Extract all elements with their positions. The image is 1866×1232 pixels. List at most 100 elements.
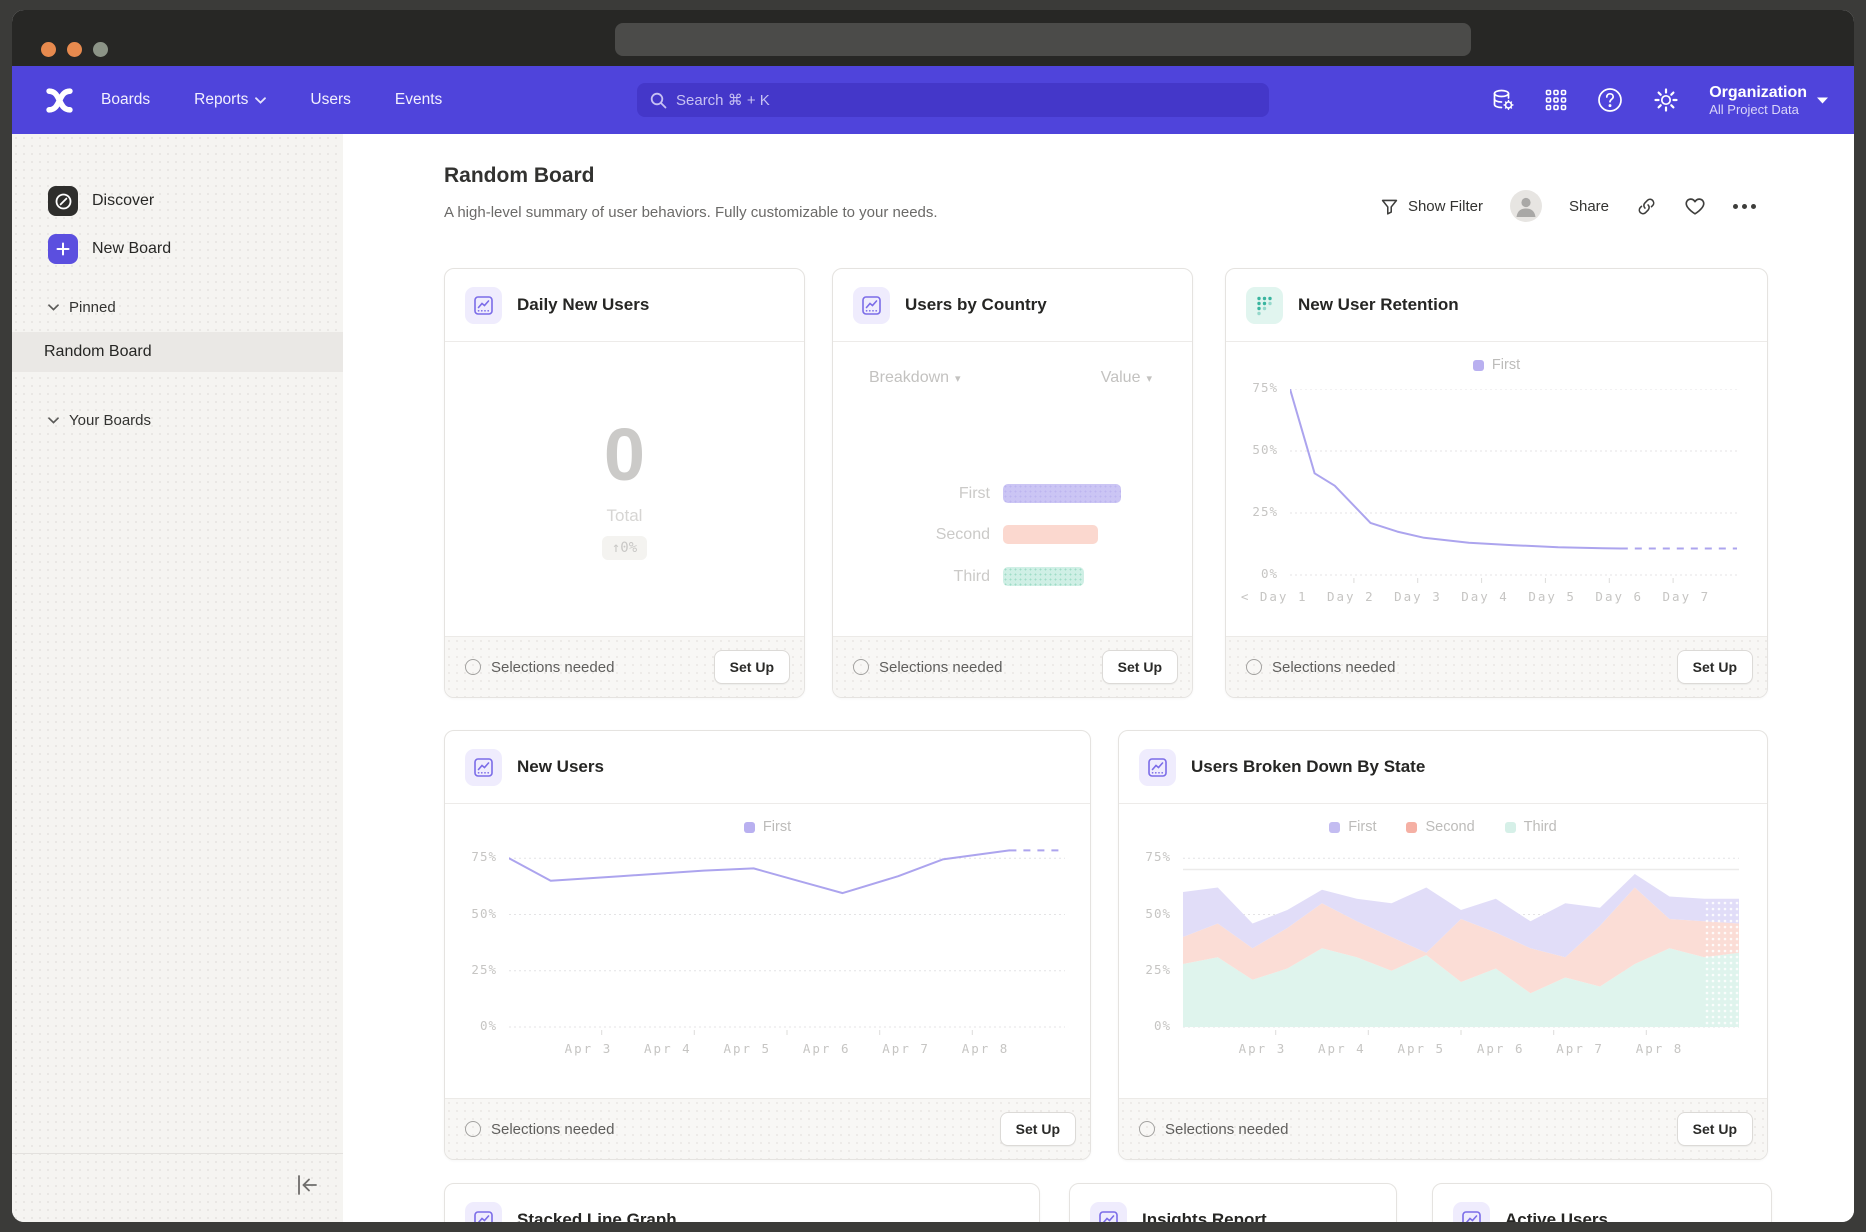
y-axis-label: 75% [1234,380,1278,395]
x-axis-label: Apr 8 [962,1041,1010,1056]
card-footer: Selections needed Set Up [445,1098,1090,1159]
card-title: Daily New Users [517,295,649,315]
search-input[interactable]: Search ⌘ + K [637,83,1269,117]
chart-plot [509,847,1065,1035]
country-row-first: First [833,484,1121,503]
line-chart-icon [1453,1202,1490,1223]
window-titlebar [12,10,1854,66]
card-header: Insights Report [1070,1184,1396,1222]
bar-second [1003,525,1098,544]
plus-icon [48,234,78,264]
line-chart-icon [465,749,502,786]
settings-gear-icon[interactable] [1653,87,1679,113]
nav-users-label: Users [310,91,350,109]
org-project-switcher[interactable]: Organization All Project Data [1709,83,1828,118]
card-stacked-line-graph: Stacked Line Graph [444,1183,1040,1222]
x-axis-label: Apr 6 [1477,1041,1525,1056]
metric-label: Total [607,506,643,526]
x-axis-label: Apr 3 [1239,1041,1287,1056]
card-header: New User Retention [1226,269,1767,342]
card-new-users: New Users First 75%50%25%0%Apr 3Apr 4Apr… [444,730,1091,1160]
x-axis-label: Apr 8 [1636,1041,1684,1056]
board-main: Random Board A high-level summary of use… [343,134,1854,1222]
card-users-by-country: Users by Country Breakdown▾ Value▾ First… [832,268,1193,698]
x-axis-label: Apr 3 [565,1041,613,1056]
card-footer: Selections needed Set Up [1119,1098,1767,1159]
selections-needed-status: Selections needed [465,659,614,676]
nav-item-boards[interactable]: Boards [101,91,150,109]
favorite-button[interactable] [1684,195,1706,217]
set-up-button[interactable]: Set Up [1000,1112,1076,1146]
random-board-label: Random Board [44,343,152,361]
close-window-button[interactable] [41,42,56,57]
sidebar-section-pinned[interactable]: Pinned [48,299,116,316]
copy-link-button[interactable] [1636,196,1657,217]
minimize-window-button[interactable] [67,42,82,57]
card-header: Users Broken Down By State [1119,731,1767,804]
metric-body: 0 Total ↑0% [445,341,804,637]
users-by-state-chart: First Second Third 75%50%25%0%Apr 3Apr 4… [1119,803,1767,1099]
country-row-third: Third [833,567,1084,586]
chart-legend: First [1226,357,1767,373]
x-axis-label: Apr 5 [1397,1041,1445,1056]
more-options-button[interactable] [1733,204,1756,209]
x-axis-label: Apr 7 [882,1041,930,1056]
card-insights-report: Insights Report [1069,1183,1397,1222]
x-axis-label: Apr 7 [1556,1041,1604,1056]
bar-first [1003,484,1121,503]
x-axis-label: Day 2 [1327,589,1375,604]
card-title: Active Users [1505,1210,1608,1222]
selections-needed-status: Selections needed [1139,1121,1288,1138]
card-title: New Users [517,757,604,777]
new-board-label: New Board [92,240,171,258]
sidebar-item-new-board[interactable]: New Board [48,234,171,264]
address-bar[interactable] [615,23,1471,56]
set-up-button[interactable]: Set Up [1677,1112,1753,1146]
show-filter-button[interactable]: Show Filter [1380,197,1483,216]
org-name: Organization [1709,83,1807,102]
filter-funnel-icon [1380,197,1399,216]
nav-items: Boards Reports Users Events [101,91,442,109]
sidebar-item-discover[interactable]: Discover [48,186,154,216]
link-icon [1636,196,1657,217]
chevron-down-icon [48,304,59,311]
share-button[interactable]: Share [1569,198,1609,215]
set-up-button[interactable]: Set Up [1677,650,1753,684]
help-icon[interactable] [1597,87,1623,113]
mixpanel-logo-icon[interactable] [46,87,73,114]
apps-grid-icon[interactable] [1545,89,1567,111]
status-circle-icon [1246,659,1262,675]
y-axis-label: 75% [453,849,497,864]
set-up-button[interactable]: Set Up [714,650,790,684]
collapse-sidebar-button[interactable] [295,1174,319,1196]
card-users-by-state: Users Broken Down By State First Second … [1118,730,1768,1160]
zoom-window-button[interactable] [93,42,108,57]
x-axis-labels: < Day 1Day 2Day 3Day 4Day 5Day 6Day 7 [1241,589,1710,604]
set-up-button[interactable]: Set Up [1102,650,1178,684]
x-axis-label: Apr 6 [803,1041,851,1056]
status-circle-icon [465,659,481,675]
top-navbar: Boards Reports Users Events Search ⌘ + K [12,66,1854,134]
nav-item-users[interactable]: Users [310,91,350,109]
card-new-user-retention: New User Retention First 75%50%25%0%< Da… [1225,268,1768,698]
x-axis-label: Day 7 [1663,589,1711,604]
sidebar-footer-divider [12,1153,343,1154]
value-dropdown[interactable]: Value▾ [1101,369,1152,387]
card-header: New Users [445,731,1090,804]
nav-item-reports[interactable]: Reports [194,91,266,109]
sidebar-item-random-board[interactable]: Random Board [12,332,343,372]
sidebar-section-your-boards[interactable]: Your Boards [48,412,151,429]
nav-boards-label: Boards [101,91,150,109]
line-chart-icon [853,287,890,324]
x-axis-label: Day 6 [1595,589,1643,604]
chevron-down-icon [1817,97,1828,104]
card-header: Active Users [1433,1184,1771,1222]
breakdown-dropdown[interactable]: Breakdown▾ [869,369,961,387]
y-axis-label: 25% [1234,504,1278,519]
nav-item-events[interactable]: Events [395,91,442,109]
chevron-down-icon [48,417,59,424]
data-management-icon[interactable] [1491,88,1515,112]
selections-needed-status: Selections needed [1246,659,1395,676]
x-axis-labels: Apr 3Apr 4Apr 5Apr 6Apr 7Apr 8 [1239,1041,1684,1056]
avatar[interactable] [1510,190,1542,222]
